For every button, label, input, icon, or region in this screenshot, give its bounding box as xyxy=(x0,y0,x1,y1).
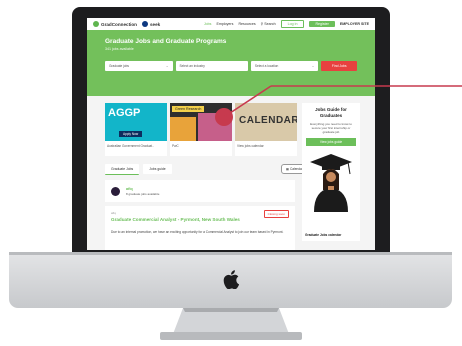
industry-value: Select an industry xyxy=(179,64,205,68)
tab-graduate-jobs[interactable]: Graduate Jobs xyxy=(105,163,140,175)
gradconnection-logo-icon xyxy=(93,21,99,27)
location-select[interactable]: Select a location ⌄ xyxy=(250,61,319,71)
pwc-tagline: Green Research xyxy=(172,106,205,112)
search-filters: Graduate jobs ⌄ Select an industry Selec… xyxy=(105,61,357,71)
listing-title[interactable]: Graduate Commercial Analyst - Pyrmont, N… xyxy=(111,217,289,222)
aggp-logo: AGGP xyxy=(108,107,141,119)
tab-jobs-guide[interactable]: Jobs guide xyxy=(143,164,172,174)
pwc-graphic xyxy=(170,117,196,141)
listing-company: afiq xyxy=(111,211,116,215)
employer-row[interactable]: afiq 8 graduate jobs available xyxy=(105,180,295,202)
apple-logo-icon xyxy=(223,270,239,289)
view-jobs-guide-button[interactable]: View jobs guide xyxy=(306,138,356,146)
chevron-down-icon: ⌄ xyxy=(311,64,315,68)
seek-logo-icon xyxy=(142,21,148,27)
main-content: AGGP Apply Now Australian Government Gra… xyxy=(87,96,375,250)
brand-logo[interactable]: GradConnection xyxy=(93,21,137,27)
aggp-banner: AGGP Apply Now xyxy=(105,103,167,141)
login-button[interactable]: Log in xyxy=(280,20,305,28)
hero-banner: Graduate Jobs and Graduate Programs 341 … xyxy=(87,30,375,96)
listing-description: Due to an internal promotion, we have an… xyxy=(111,230,284,234)
partner-name: seek xyxy=(150,21,161,27)
partner-logo[interactable]: seek xyxy=(142,21,160,27)
employer-name[interactable]: afiq xyxy=(126,187,159,191)
nav-employers[interactable]: Employers xyxy=(216,22,233,26)
jobs-calendar-title: Graduate Jobs calendar xyxy=(305,233,342,237)
jobs-guide-panel: Jobs Guide for Graduates Everything you … xyxy=(302,103,360,241)
brand-name: GradConnection xyxy=(101,21,137,27)
industry-select[interactable]: Select an industry xyxy=(175,61,248,71)
jobs-guide-text: Everything you need to know to secure yo… xyxy=(310,122,352,134)
top-navigation: GradConnection seek Jobs Employers Resou… xyxy=(87,18,375,30)
jobs-guide-title: Jobs Guide for Graduates xyxy=(315,107,347,118)
chevron-down-icon: ⌄ xyxy=(165,64,169,68)
nav-resources[interactable]: Resources xyxy=(238,22,255,26)
search-link[interactable]: ⚲ Search xyxy=(261,22,276,26)
employer-jobs-count: 8 graduate jobs available xyxy=(126,191,160,196)
location-value: Select a location xyxy=(254,64,279,68)
employer-site-link[interactable]: EMPLOYER SITE xyxy=(340,22,369,26)
pwc-photo xyxy=(198,113,232,141)
employer-logo xyxy=(111,186,120,196)
card-label: View jobs calendar xyxy=(237,144,264,148)
calendar-banner: CALENDAR xyxy=(235,103,297,141)
card-label: PwC xyxy=(172,144,179,148)
job-type-value: Graduate jobs xyxy=(109,64,130,68)
register-button[interactable]: Register xyxy=(309,21,335,27)
closing-soon-badge: Closing soon xyxy=(263,210,289,218)
find-jobs-button[interactable]: Find Jobs xyxy=(321,61,357,71)
search-label: Search xyxy=(264,22,276,26)
screen: GradConnection seek Jobs Employers Resou… xyxy=(87,18,375,250)
page-title: Graduate Jobs and Graduate Programs xyxy=(105,38,227,45)
pwc-banner: Green Research xyxy=(170,103,232,141)
card-label: Australian Government Graduat.. xyxy=(107,144,154,148)
nav-jobs[interactable]: Jobs xyxy=(204,22,212,26)
card-aggp[interactable]: AGGP Apply Now Australian Government Gra… xyxy=(105,103,167,156)
card-calendar[interactable]: CALENDAR View jobs calendar xyxy=(235,103,297,156)
calendar-word: CALENDAR xyxy=(239,115,297,126)
jobs-count: 341 jobs available xyxy=(105,47,134,51)
job-type-select[interactable]: Graduate jobs ⌄ xyxy=(105,61,173,71)
monitor-stand xyxy=(173,308,289,334)
card-pwc[interactable]: Green Research PwC xyxy=(170,103,232,156)
graduate-illustration-icon xyxy=(310,154,352,212)
monitor-foot xyxy=(160,332,302,340)
employer-info: afiq 8 graduate jobs available xyxy=(126,187,159,196)
job-listing[interactable]: afiq Graduate Commercial Analyst - Pyrmo… xyxy=(105,206,295,250)
apply-now-badge[interactable]: Apply Now xyxy=(119,131,143,137)
